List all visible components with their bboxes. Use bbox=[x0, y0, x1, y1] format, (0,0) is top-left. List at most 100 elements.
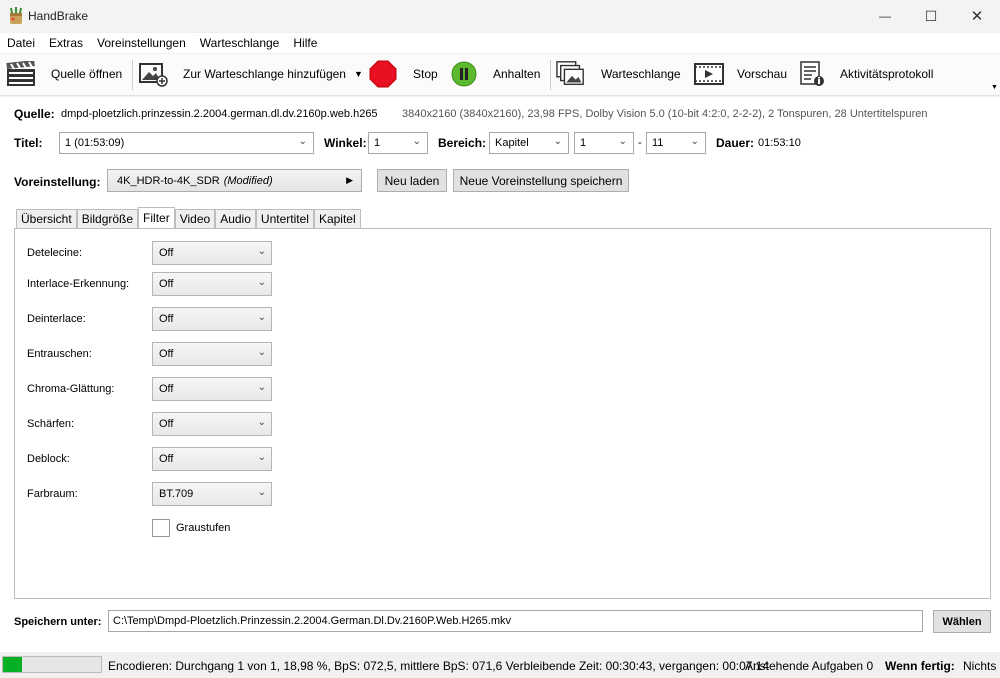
angle-select-value: 1 bbox=[374, 137, 381, 149]
deblock-label: Deblock: bbox=[27, 453, 70, 465]
grayscale-label: Graustufen bbox=[176, 522, 231, 534]
preview-label: Vorschau bbox=[737, 67, 788, 81]
open-source-label: Quelle öffnen bbox=[51, 67, 123, 81]
tab-uebersicht[interactable]: Übersicht bbox=[16, 209, 77, 228]
chevron-down-icon: ⌄ bbox=[412, 136, 421, 147]
toolbar-overflow-icon[interactable]: ▼ bbox=[991, 84, 998, 91]
chevron-down-icon: ⌄ bbox=[257, 417, 266, 428]
tab-bar: Übersicht Bildgröße Filter Video Audio U… bbox=[16, 207, 361, 228]
reload-preset-button[interactable]: Neu laden bbox=[377, 169, 447, 192]
queue-label: Warteschlange bbox=[601, 67, 681, 81]
pending-jobs-text: Anstehende Aufgaben 0 bbox=[745, 659, 874, 673]
toolbar-separator bbox=[550, 60, 551, 90]
range-end-select[interactable]: 11 ⌄ bbox=[646, 132, 706, 154]
queue-button[interactable]: Warteschlange bbox=[556, 54, 681, 94]
progress-fill bbox=[3, 657, 22, 672]
menu-extras[interactable]: Extras bbox=[42, 33, 90, 53]
range-label: Bereich: bbox=[438, 136, 487, 150]
interlace-detection-label: Interlace-Erkennung: bbox=[27, 278, 130, 290]
film-clapper-icon bbox=[6, 60, 36, 88]
filter-panel: Detelecine: Off ⌄ Interlace-Erkennung: Of… bbox=[14, 228, 991, 599]
when-done-value[interactable]: Nichts bbox=[963, 659, 996, 673]
tab-video[interactable]: Video bbox=[174, 209, 216, 228]
denoise-value: Off bbox=[159, 348, 174, 360]
tab-bildgroesse[interactable]: Bildgröße bbox=[76, 209, 139, 228]
minimize-button[interactable]: — bbox=[862, 0, 908, 32]
interlace-detection-select[interactable]: Off ⌄ bbox=[152, 272, 272, 296]
colorspace-value: BT.709 bbox=[159, 488, 194, 500]
range-type-select[interactable]: Kapitel ⌄ bbox=[489, 132, 569, 154]
chevron-down-icon: ⌄ bbox=[257, 277, 266, 288]
stop-button[interactable]: Stop bbox=[368, 54, 438, 94]
title-bar: HandBrake — ☐ ✕ bbox=[0, 0, 1000, 32]
chevron-down-icon: ⌄ bbox=[257, 487, 266, 498]
preset-selector[interactable]: 4K_HDR-to-4K_SDR (Modified) ▶ bbox=[107, 169, 362, 192]
menu-warteschlange[interactable]: Warteschlange bbox=[193, 33, 287, 53]
queue-images-icon bbox=[556, 60, 586, 88]
denoise-label: Entrauschen: bbox=[27, 348, 92, 360]
menu-datei[interactable]: Datei bbox=[0, 33, 42, 53]
save-new-preset-button[interactable]: Neue Voreinstellung speichern bbox=[453, 169, 629, 192]
add-to-queue-button[interactable]: Zur Warteschlange hinzufügen ▼ bbox=[138, 54, 363, 94]
preview-film-icon bbox=[694, 60, 724, 88]
range-start-value: 1 bbox=[580, 137, 587, 149]
activity-log-button[interactable]: Aktivitätsprotokoll bbox=[797, 54, 933, 94]
toolbar-separator bbox=[132, 60, 133, 90]
angle-label: Winkel: bbox=[324, 136, 367, 150]
chevron-down-icon: ⌄ bbox=[257, 382, 266, 393]
pause-button[interactable]: Anhalten bbox=[449, 54, 540, 94]
add-image-icon bbox=[138, 60, 168, 88]
browse-button[interactable]: Wählen bbox=[933, 610, 991, 633]
colorspace-select[interactable]: BT.709 ⌄ bbox=[152, 482, 272, 506]
grayscale-checkbox[interactable] bbox=[152, 519, 170, 537]
chevron-down-icon: ⌄ bbox=[257, 312, 266, 323]
chevron-down-icon: ⌄ bbox=[257, 452, 266, 463]
title-label: Titel: bbox=[14, 136, 43, 150]
denoise-select[interactable]: Off ⌄ bbox=[152, 342, 272, 366]
add-to-queue-label: Zur Warteschlange hinzufügen bbox=[183, 67, 346, 81]
source-name: dmpd-ploetzlich.prinzessin.2.2004.german… bbox=[61, 108, 378, 120]
deinterlace-select[interactable]: Off ⌄ bbox=[152, 307, 272, 331]
encode-status-text: Encodieren: Durchgang 1 von 1, 18,98 %, … bbox=[108, 659, 770, 673]
angle-select[interactable]: 1 ⌄ bbox=[368, 132, 428, 154]
tab-filter[interactable]: Filter bbox=[138, 207, 175, 228]
maximize-icon: ☐ bbox=[924, 7, 938, 24]
detelecine-select[interactable]: Off ⌄ bbox=[152, 241, 272, 265]
chroma-smooth-select[interactable]: Off ⌄ bbox=[152, 377, 272, 401]
open-source-button[interactable]: Quelle öffnen bbox=[6, 54, 122, 94]
encode-progress-bar bbox=[2, 656, 102, 673]
source-info: 3840x2160 (3840x2160), 23,98 FPS, Dolby … bbox=[402, 108, 928, 120]
pause-label: Anhalten bbox=[493, 67, 541, 81]
chevron-down-icon: ⌄ bbox=[257, 246, 266, 257]
dropdown-arrow-icon[interactable]: ▼ bbox=[354, 69, 363, 79]
window-title: HandBrake bbox=[28, 9, 89, 23]
deinterlace-label: Deinterlace: bbox=[27, 313, 86, 325]
range-dash: - bbox=[638, 137, 642, 149]
menu-hilfe[interactable]: Hilfe bbox=[286, 33, 324, 53]
close-button[interactable]: ✕ bbox=[954, 0, 1000, 32]
maximize-button[interactable]: ☐ bbox=[908, 0, 954, 32]
when-done-label: Wenn fertig: bbox=[885, 659, 955, 673]
sharpen-select[interactable]: Off ⌄ bbox=[152, 412, 272, 436]
pause-icon bbox=[449, 60, 479, 88]
toolbar: Quelle öffnen Zur Warteschlange hinzufüg… bbox=[0, 54, 1000, 96]
minimize-icon: — bbox=[879, 9, 891, 23]
preview-button[interactable]: Vorschau bbox=[694, 54, 787, 94]
deblock-select[interactable]: Off ⌄ bbox=[152, 447, 272, 471]
tab-kapitel[interactable]: Kapitel bbox=[313, 209, 361, 228]
preset-name: 4K_HDR-to-4K_SDR bbox=[117, 174, 220, 187]
tab-audio[interactable]: Audio bbox=[215, 209, 256, 228]
menu-voreinstellungen[interactable]: Voreinstellungen bbox=[90, 33, 193, 53]
save-path-input[interactable]: C:\Temp\Dmpd-Ploetzlich.Prinzessin.2.200… bbox=[108, 610, 923, 632]
chevron-right-icon: ▶ bbox=[346, 175, 353, 185]
deinterlace-value: Off bbox=[159, 313, 174, 325]
title-select[interactable]: 1 (01:53:09) ⌄ bbox=[59, 132, 314, 154]
range-end-value: 11 bbox=[652, 137, 664, 149]
chroma-smooth-label: Chroma-Glättung: bbox=[27, 383, 115, 395]
chevron-down-icon: ⌄ bbox=[257, 347, 266, 358]
duration-label: Dauer: bbox=[716, 136, 755, 150]
range-start-select[interactable]: 1 ⌄ bbox=[574, 132, 634, 154]
tab-untertitel[interactable]: Untertitel bbox=[255, 209, 314, 228]
stop-icon bbox=[368, 60, 398, 88]
menu-bar: Datei Extras Voreinstellungen Warteschla… bbox=[0, 33, 1000, 53]
